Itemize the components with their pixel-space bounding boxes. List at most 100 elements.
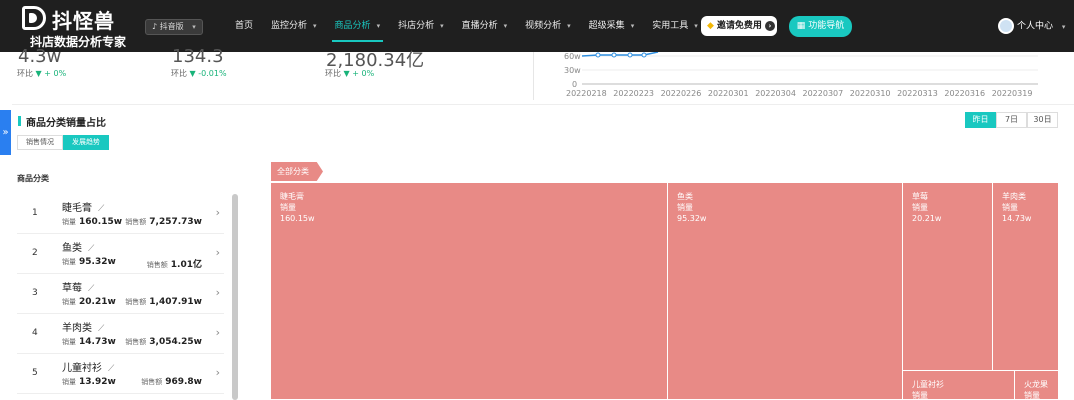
x-tick-label: 20220223 [613,89,655,98]
treemap-breadcrumb[interactable]: 全部分类 [271,162,323,181]
nav-item[interactable]: 首页 [226,0,262,52]
volume: 销量 14.73w [62,337,116,347]
nav-item[interactable]: 视频分析 ▾ [516,0,580,52]
tab-sales[interactable]: 销售情况 [17,135,63,150]
x-tick-label: 20220319 [991,89,1033,98]
tile-name: 儿童衬衫 [912,380,944,389]
volume: 销量 160.15w [62,217,122,227]
volume: 销量 95.32w [62,257,116,267]
category-name: 鱼类 [62,243,82,254]
treemap-tile[interactable]: 火龙果 销量 [1015,371,1059,400]
main-nav: 首页监控分析▾商品分析▾抖店分析▾直播分析▾视频分析▾超级采集▾实用工具▾抖音资… [226,0,770,52]
trend-chart-icon[interactable]: ⟋ [98,324,104,334]
logo-title[interactable]: 抖怪兽 [52,5,115,34]
chevron-right-icon: › [215,326,220,339]
data-point[interactable] [595,52,601,58]
data-point[interactable] [627,52,633,58]
y-tick-label: 30w [564,66,581,75]
nav-item[interactable]: 监控分析 ▾ [262,0,326,52]
trend-chart-icon[interactable]: ⟋ [88,284,94,294]
list-item[interactable]: 1 睫毛膏 ⟋ 销量 160.15w 销售额 7,257.73w › [17,194,224,234]
chevron-down-icon: ▾ [694,22,698,30]
stat-value: 4.3w [18,46,62,67]
amount: 销售额 969.8w [141,377,202,387]
invite-button[interactable]: ◆ 邀请免费用 › [701,16,777,36]
tile-metric-label: 销量 [912,203,928,212]
chevron-down-icon: ▾ [630,22,635,30]
data-point[interactable] [611,52,617,58]
nav-item[interactable]: 实用工具 ▾ [643,0,707,52]
amount-value: 1.01亿 [170,260,202,270]
rank: 3 [32,288,38,298]
version-label: 抖音版 [159,22,184,31]
nav-item[interactable]: 超级采集 ▾ [580,0,644,52]
arrow-down-icon: ▼ [343,69,350,78]
list-item[interactable]: 4 羊肉类 ⟋ 销量 14.73w 销售额 3,054.25w › [17,314,224,354]
x-tick-label: 20220304 [755,89,796,98]
arrow-down-icon: ▼ [35,69,42,78]
category-list-header: 商品分类 [17,174,49,183]
treemap-tile[interactable]: 儿童衬衫 销量 [903,371,1015,400]
divider [533,52,534,100]
category-name-wrap: 睫毛膏 ⟋ [62,199,104,214]
amount-value: 3,054.25w [149,337,202,347]
nav-item-label: 实用工具 [652,21,689,31]
tile-name: 草莓 [912,192,928,201]
trend-chart-icon[interactable]: ⟋ [98,204,104,214]
user-menu[interactable]: 个人中心 ▾ [998,18,1065,34]
treemap-tile[interactable]: 鱼类 销量 95.32w [668,183,903,400]
section-title: 商品分类销量占比 [26,118,106,129]
y-tick-label: 0 [572,80,578,89]
list-item[interactable]: 2 鱼类 ⟋ 销量 95.32w 销售额 1.01亿 › [17,234,224,274]
amount: 销售额 1.01亿 [147,257,202,270]
stat-compare-value: + 0% [44,69,67,78]
chevron-down-icon: ▾ [376,22,381,30]
amount-label: 销售额 [125,298,147,306]
nav-item-label: 商品分析 [334,21,371,31]
nav-item-label: 首页 [235,21,254,31]
section-accent-bar [18,116,21,126]
stats-row: 4.3w 环比 ▼ + 0% 134.3 环比 ▼ -0.01% 2,180.3… [0,46,540,100]
volume-value: 13.92w [79,377,116,387]
treemap-tile[interactable]: 睫毛膏 销量 160.15w [271,183,668,400]
nav-item[interactable]: 直播分析 ▾ [453,0,517,52]
nav-item-label: 监控分析 [271,21,308,31]
tab-7-days[interactable]: 7日 [996,112,1027,128]
category-list: 1 睫毛膏 ⟋ 销量 160.15w 销售额 7,257.73w › 2 鱼类 ⟋ 销量 95.32w 销… [17,194,224,394]
stat-compare: 环比 ▼ -0.01% [171,68,227,79]
scrollbar-thumb[interactable] [232,194,238,400]
rank: 5 [32,368,38,378]
list-item[interactable]: 3 草莓 ⟋ 销量 20.21w 销售额 1,407.91w › [17,274,224,314]
function-nav-button[interactable]: ▦ 功能导航 [789,16,852,37]
tile-metric-label: 销量 [1002,203,1018,212]
nav-item[interactable]: 抖店分析 ▾ [389,0,453,52]
nav-item[interactable]: 商品分析 ▾ [326,0,390,52]
func-label: 功能导航 [808,21,845,31]
amount-value: 969.8w [165,377,202,387]
expand-sidebar-button[interactable]: » [0,110,11,155]
chevron-down-icon: ▾ [192,23,196,31]
volume-value: 160.15w [79,217,123,227]
category-name: 睫毛膏 [62,203,92,214]
trend-chart-icon[interactable]: ⟋ [88,244,94,254]
list-item[interactable]: 5 儿童衬衫 ⟋ 销量 13.92w 销售额 969.8w › [17,354,224,394]
data-point[interactable] [641,52,647,58]
trend-line [581,52,659,57]
nav-item-label: 直播分析 [461,21,498,31]
logo-icon[interactable] [22,6,46,30]
x-tick-label: 20220316 [944,89,986,98]
tab-trend[interactable]: 发展趋势 [63,135,109,150]
volume: 销量 13.92w [62,377,116,387]
treemap-tile[interactable]: 羊肉类 销量 14.73w [993,183,1059,371]
amount: 销售额 7,257.73w [125,217,202,227]
trend-chart-icon[interactable]: ⟋ [108,364,114,374]
tile-name: 睫毛膏 [280,192,304,201]
sub-tabs: 销售情况 发展趋势 [17,135,109,150]
tab-30-days[interactable]: 30日 [1027,112,1058,128]
amount-label: 销售额 [125,338,147,346]
tab-yesterday[interactable]: 昨日 [965,112,996,128]
version-selector[interactable]: ♪ 抖音版 ▾ [145,19,203,35]
treemap-tile[interactable]: 草莓 销量 20.21w [903,183,993,371]
category-name-wrap: 草莓 ⟋ [62,279,94,294]
nav-item-label: 超级采集 [588,21,625,31]
